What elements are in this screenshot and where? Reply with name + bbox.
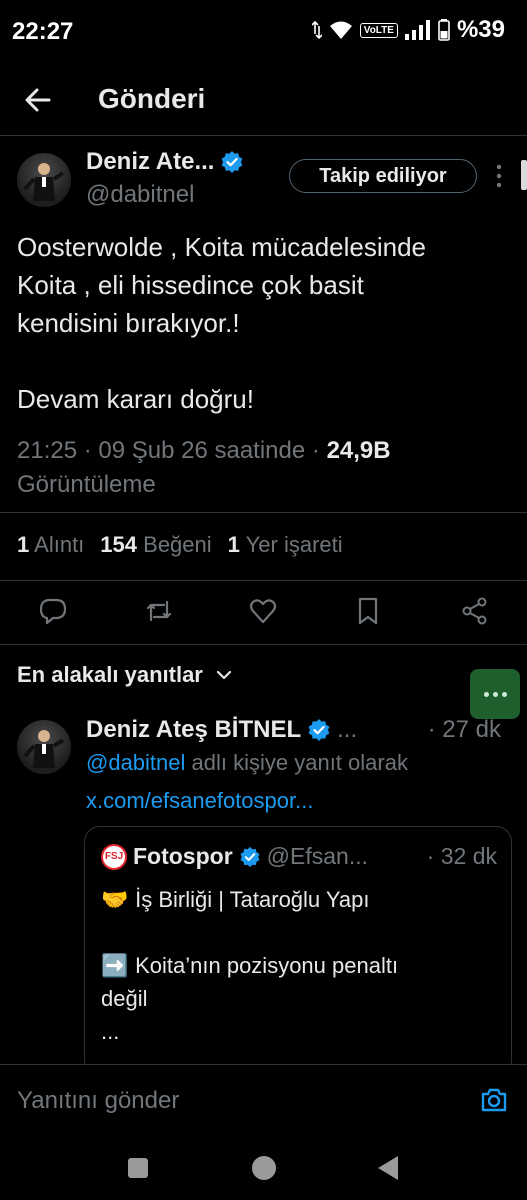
bookmarks-stat[interactable]: 1 Yer işareti: [228, 532, 343, 558]
quotes-stat[interactable]: 1 Alıntı: [17, 532, 84, 558]
replies-sort-toggle[interactable]: En alakalı yanıtlar: [17, 662, 233, 688]
replies-sort-label: En alakalı yanıtlar: [17, 662, 203, 687]
verified-badge-icon: [308, 719, 330, 741]
post-text-line: Koita , eli hissedince çok basit: [17, 270, 364, 300]
volte-badge: VoLTE: [359, 22, 398, 38]
divider: [0, 580, 527, 581]
share-icon[interactable]: [460, 596, 490, 626]
quoted-text-line: ➡️ Koita’nın pozisyonu penaltı: [101, 949, 497, 982]
quoted-author-name: Fotospor: [133, 843, 233, 869]
recent-apps-icon[interactable]: [128, 1158, 148, 1178]
view-count: 24,9B: [326, 437, 391, 464]
dot-icon: [492, 691, 498, 697]
more-vertical-icon[interactable]: [493, 162, 505, 190]
quoted-post-time: · 32 dk: [426, 843, 497, 869]
quoted-text-line: 🤝 İş Birliği | Tataroğlu Yapı: [101, 883, 497, 916]
camera-icon[interactable]: [479, 1085, 509, 1115]
system-back-icon[interactable]: [378, 1156, 398, 1180]
likes-stat[interactable]: 154 Beğeni: [100, 532, 211, 558]
handshake-emoji: 🤝: [101, 887, 129, 912]
battery-icon: [438, 19, 450, 41]
reply-author-avatar[interactable]: [17, 720, 71, 774]
author-handle[interactable]: @dabitnel: [86, 181, 194, 209]
wifi-icon: [329, 21, 352, 39]
quoted-text-line: değil: [101, 986, 148, 1011]
status-bar: 22:27 VoLTE %39: [0, 0, 527, 64]
verified-badge-icon: [222, 151, 243, 173]
author-avatar[interactable]: [17, 153, 71, 207]
post-text-line: Devam kararı doğru!: [17, 384, 254, 414]
author-name[interactable]: Deniz Ate...: [86, 148, 214, 176]
reply-author-row: Deniz Ateş BİTNEL ...: [86, 716, 357, 744]
view-count-label: Görüntüleme: [17, 471, 156, 498]
post-actions: [0, 590, 527, 634]
bookmark-icon[interactable]: [353, 596, 383, 626]
reply-icon[interactable]: [38, 596, 68, 626]
post-stats: 1 Alıntı 154 Beğeni 1 Yer işareti: [17, 532, 343, 558]
post-text-line: kendisini bırakıyor.!: [17, 308, 240, 338]
post-text: Oosterwolde , Koita mücadelesinde Koita …: [17, 228, 512, 418]
reply-author-name[interactable]: Deniz Ateş BİTNEL: [86, 716, 301, 744]
chevron-down-icon: [216, 670, 231, 680]
app-header: Gönderi: [0, 64, 527, 136]
arrow-right-emoji: ➡️: [101, 953, 129, 978]
signal-icon: [404, 20, 430, 40]
reply-url-link[interactable]: x.com/efsanefotospor...: [86, 788, 313, 814]
author-name-row: Deniz Ate...: [86, 148, 244, 176]
reply-author-handle-truncated: ...: [337, 716, 358, 743]
system-nav-bar: [0, 1134, 527, 1200]
reply-context-suffix: adlı kişiye yanıt olarak: [185, 750, 408, 775]
quoted-text-blank: [101, 916, 497, 949]
quoted-post-card[interactable]: FSJ Fotospor @Efsan... · 32 dk 🤝 İş Birl…: [84, 826, 512, 1076]
home-icon[interactable]: [252, 1156, 276, 1180]
post-timestamp[interactable]: 21:25 · 09 Şub 26 saatinde ·: [17, 437, 327, 464]
like-icon[interactable]: [248, 596, 278, 626]
scrollbar-thumb[interactable]: [521, 160, 527, 190]
quoted-post-text: 🤝 İş Birliği | Tataroğlu Yapı ➡️ Koita’n…: [101, 883, 497, 1048]
repost-icon[interactable]: [144, 596, 174, 626]
post-text-line: Oosterwolde , Koita mücadelesinde: [17, 232, 427, 262]
divider: [0, 512, 527, 513]
dot-icon: [501, 691, 507, 697]
quoted-post-header: FSJ Fotospor @Efsan... · 32 dk: [101, 843, 497, 870]
post-meta: 21:25 · 09 Şub 26 saatinde · 24,9B Görün…: [17, 434, 497, 502]
compose-bar: Yanıtını gönder: [0, 1064, 527, 1134]
reply-time: · 27 dk: [427, 716, 501, 743]
quoted-author-handle: @Efsan...: [266, 843, 368, 869]
post-text-line: [17, 342, 512, 380]
data-arrows-icon: [311, 20, 322, 40]
following-button[interactable]: Takip ediliyor: [289, 159, 477, 193]
reply-context: @dabitnel adlı kişiye yanıt olarak: [86, 750, 408, 776]
floating-action-button[interactable]: [470, 669, 520, 719]
reply-input[interactable]: Yanıtını gönder: [17, 1087, 179, 1115]
fotospor-logo: FSJ: [101, 843, 127, 870]
divider: [0, 644, 527, 645]
verified-badge-icon: [240, 846, 260, 867]
quoted-text-line: ...: [101, 1019, 120, 1044]
dot-icon: [483, 691, 489, 697]
arrow-left-icon[interactable]: [22, 84, 54, 116]
reply-mention-link[interactable]: @dabitnel: [86, 750, 185, 775]
status-time: 22:27: [12, 18, 74, 45]
page-title: Gönderi: [98, 83, 206, 114]
battery-percent: %39: [456, 16, 505, 43]
status-icons: VoLTE %39: [311, 16, 505, 44]
